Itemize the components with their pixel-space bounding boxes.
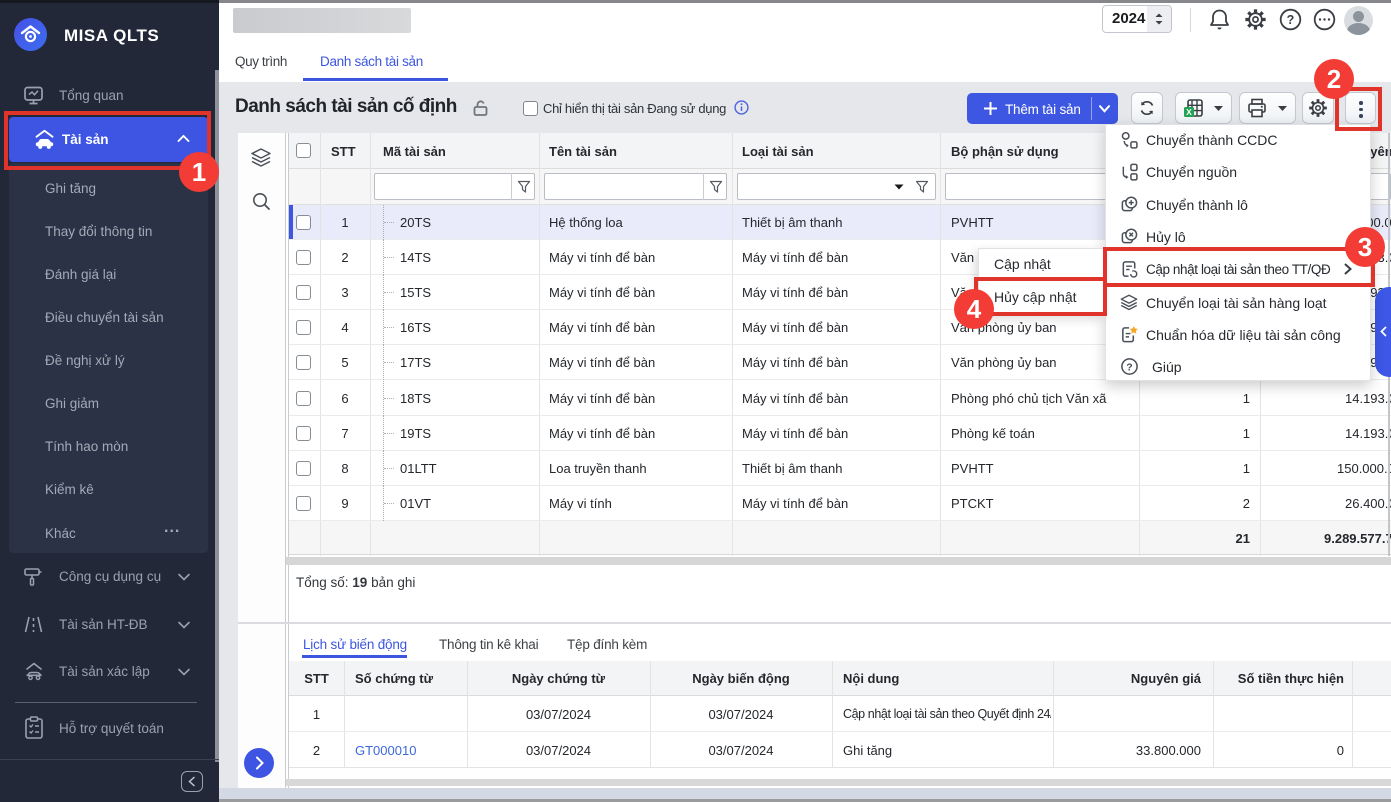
svg-text:?: ? bbox=[1287, 13, 1295, 27]
svg-text:?: ? bbox=[1126, 362, 1132, 373]
svg-text:X: X bbox=[1186, 107, 1192, 117]
